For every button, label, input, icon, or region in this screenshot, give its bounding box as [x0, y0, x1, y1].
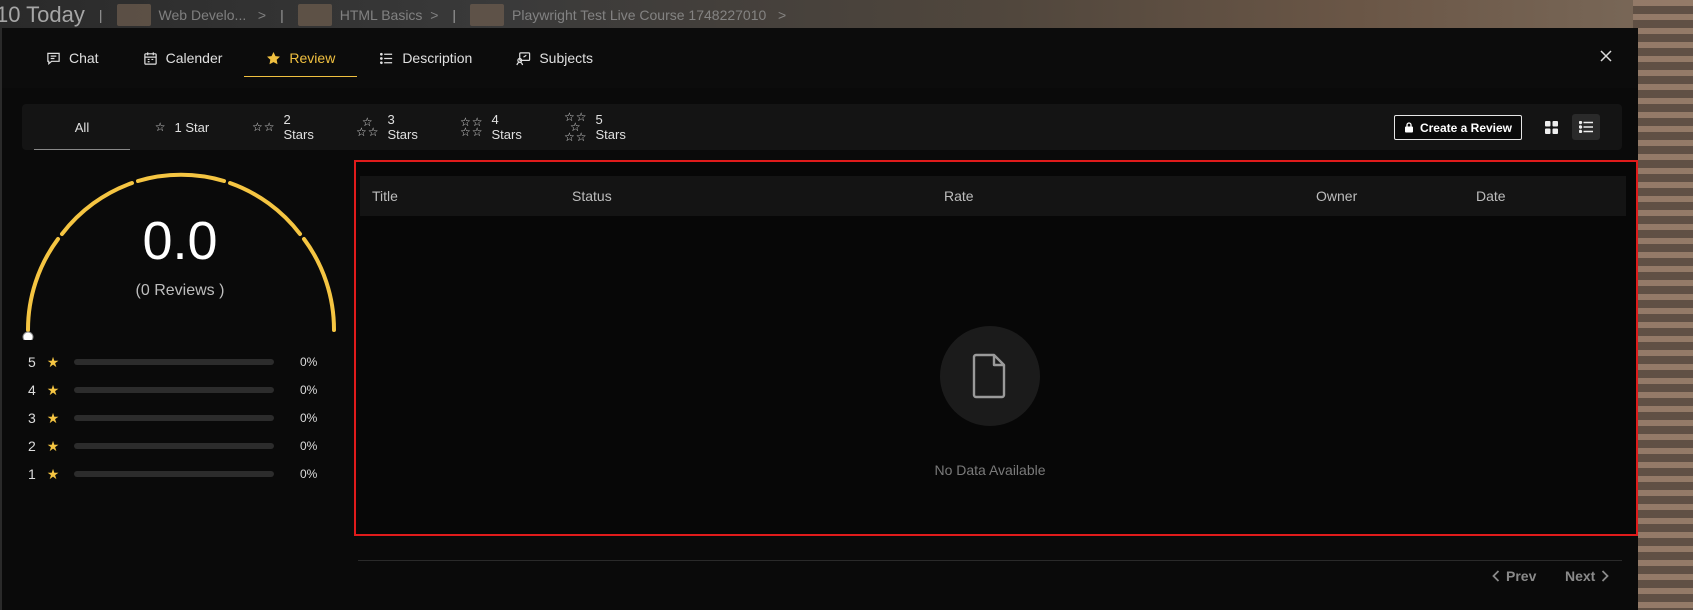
subjects-icon — [516, 51, 531, 65]
crumb-2: HTML Basics > — [297, 4, 438, 26]
rating-distribution: 5 ★ 0% 4 ★ 0% 3 ★ 0% 2 ★ 0% 1 ★ 0% — [28, 348, 328, 488]
close-button[interactable] — [1596, 46, 1616, 66]
tab-description[interactable]: Description — [357, 35, 494, 81]
tab-calender[interactable]: Calender — [121, 35, 245, 81]
three-stars-icon: ☆ ☆☆ — [356, 115, 380, 139]
empty-state-badge — [940, 326, 1040, 426]
star-icon: ★ — [46, 409, 60, 426]
four-stars-icon: ☆☆ ☆☆ — [460, 115, 484, 139]
distribution-row: 2 ★ 0% — [28, 437, 318, 455]
distribution-row: 1 ★ 0% — [28, 465, 318, 483]
course-thumbnail — [116, 4, 151, 26]
list-icon — [380, 52, 393, 64]
distribution-row: 3 ★ 0% — [28, 409, 318, 427]
close-icon — [1600, 50, 1612, 62]
column-owner[interactable]: Owner — [1316, 188, 1357, 204]
two-stars-icon: ☆☆ — [252, 120, 276, 134]
grid-icon — [1544, 120, 1558, 134]
today-label: 10 Today — [0, 2, 85, 27]
tab-label: Review — [289, 50, 336, 66]
distribution-bar — [74, 471, 274, 477]
list-view-button[interactable] — [1572, 114, 1600, 140]
column-title[interactable]: Title — [372, 188, 398, 204]
distribution-bar — [74, 359, 274, 365]
column-status[interactable]: Status — [572, 188, 612, 204]
grid-view-button[interactable] — [1537, 114, 1565, 140]
star-icon: ★ — [46, 353, 60, 370]
chat-icon — [47, 52, 60, 65]
list-view-icon — [1579, 121, 1593, 133]
filter-4-stars[interactable]: ☆☆ ☆☆ 4 Stars — [442, 104, 546, 150]
gauge-indicator — [22, 331, 34, 340]
distribution-row: 5 ★ 0% — [28, 353, 318, 371]
reviews-table: Title Status Rate Owner Date No Data Ava… — [354, 160, 1638, 536]
star-icon: ★ — [46, 465, 60, 482]
filter-3-stars[interactable]: ☆ ☆☆ 3 Stars — [338, 104, 442, 150]
prev-page-button[interactable]: Prev — [1492, 566, 1536, 586]
star-icon: ★ — [46, 381, 60, 398]
one-star-icon: ☆ — [154, 120, 167, 134]
tab-review[interactable]: Review — [244, 35, 358, 81]
lock-icon — [1404, 122, 1413, 133]
distribution-bar — [74, 443, 274, 449]
star-icon: ★ — [46, 437, 60, 454]
distribution-row: 4 ★ 0% — [28, 381, 318, 399]
distribution-bar — [74, 387, 274, 393]
tab-label: Chat — [69, 50, 99, 66]
course-thumbnail — [470, 4, 505, 26]
modal-tabs: Chat Calender Review Description Subject… — [2, 28, 1638, 88]
file-icon — [972, 353, 1006, 399]
distribution-bar — [74, 415, 274, 421]
pagination-divider — [358, 560, 1622, 561]
course-thumbnail — [297, 4, 332, 26]
column-rate[interactable]: Rate — [944, 188, 974, 204]
tab-chat[interactable]: Chat — [24, 35, 121, 81]
filter-5-stars[interactable]: ☆☆ ☆ ☆☆ 5 Stars — [546, 104, 650, 150]
five-stars-icon: ☆☆ ☆ ☆☆ — [564, 110, 588, 144]
background-breadcrumb: 10 Today | Web Develo... > | HTML Basics… — [0, 0, 1693, 30]
tab-label: Description — [402, 50, 473, 66]
review-count: (0 Reviews ) — [135, 282, 225, 299]
average-rating: 0.0 — [142, 211, 218, 271]
create-review-button[interactable]: Create a Review — [1394, 115, 1522, 140]
tab-label: Calender — [165, 50, 223, 66]
crumb-3: Playwright Test Live Course 1748227010 > — [470, 4, 786, 26]
star-icon — [267, 51, 281, 64]
next-page-button[interactable]: Next — [1565, 566, 1610, 586]
table-header: Title Status Rate Owner Date — [360, 176, 1626, 216]
tab-label: Subjects — [539, 50, 594, 66]
crumb-1: Web Develo... > — [116, 4, 266, 26]
column-date[interactable]: Date — [1476, 188, 1506, 204]
tab-subjects[interactable]: Subjects — [494, 35, 615, 81]
empty-state-text: No Data Available — [934, 462, 1046, 478]
chevron-left-icon — [1492, 570, 1500, 582]
chevron-right-icon — [1602, 570, 1610, 582]
gauge-segment — [136, 172, 226, 183]
background-blinds — [1633, 0, 1693, 610]
calendar-icon — [143, 51, 157, 65]
